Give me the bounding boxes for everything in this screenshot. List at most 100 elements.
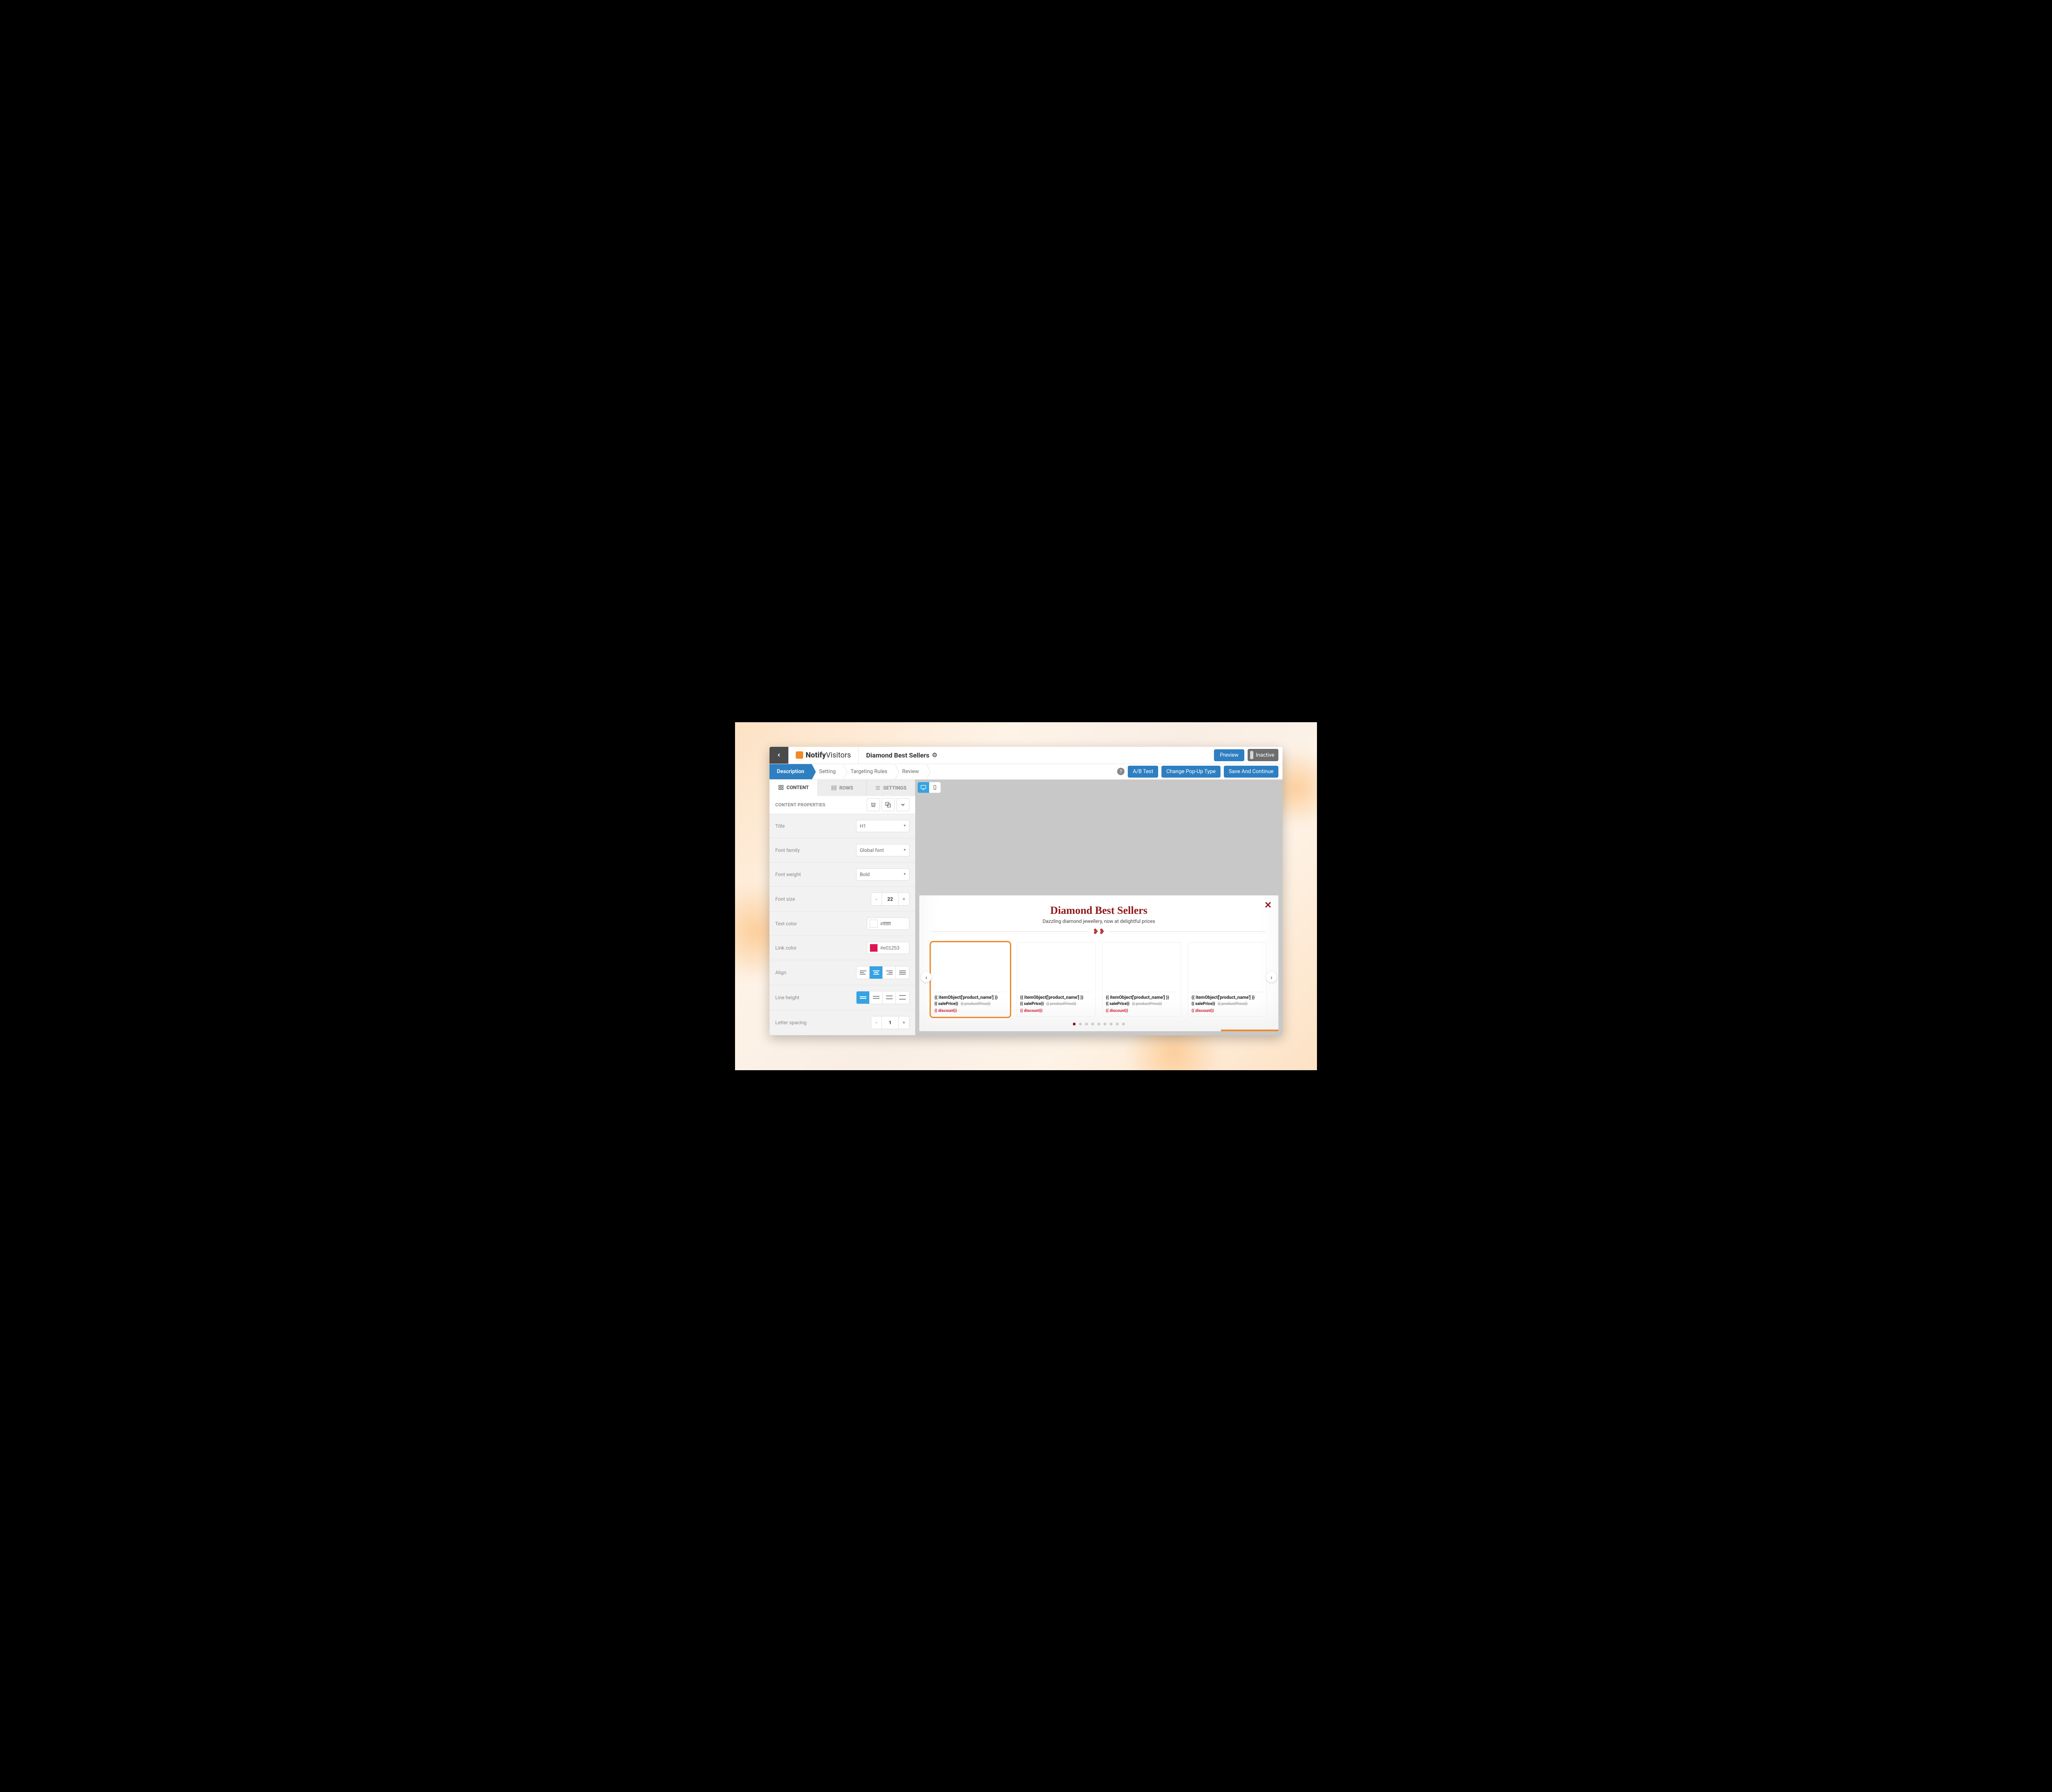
- letter-spacing-value[interactable]: 1: [882, 1016, 898, 1029]
- desktop-icon: [921, 785, 926, 790]
- list-icon: [875, 785, 881, 791]
- carousel-dot[interactable]: [1079, 1023, 1082, 1025]
- carousel-dot[interactable]: [1073, 1023, 1076, 1025]
- align-right[interactable]: [883, 966, 896, 979]
- device-desktop[interactable]: [918, 782, 929, 793]
- carousel-dot[interactable]: [1091, 1023, 1094, 1025]
- tab-rows[interactable]: ROWS: [818, 780, 866, 796]
- popup-heading[interactable]: Diamond Best Sellers: [931, 904, 1267, 917]
- select-font-weight-value: Bold: [860, 872, 870, 877]
- tab-content-label: CONTENT: [786, 785, 808, 790]
- line-height-4[interactable]: [896, 991, 909, 1004]
- canvas[interactable]: ✕ Diamond Best Sellers Dazzling diamond …: [919, 795, 1278, 1031]
- canvas-area: ✕ Diamond Best Sellers Dazzling diamond …: [915, 780, 1282, 1035]
- line-height-2[interactable]: [870, 991, 883, 1004]
- product-card[interactable]: {{ itemObject['product_name'] }} {{ sale…: [1188, 942, 1267, 1017]
- collapse-button[interactable]: [896, 798, 909, 811]
- link-color-input[interactable]: [880, 945, 909, 951]
- product-card[interactable]: {{ itemObject['product_name'] }} {{ sale…: [1102, 942, 1182, 1017]
- line-height-3[interactable]: [883, 991, 896, 1004]
- label-line-height: Line height: [775, 995, 852, 1000]
- step-description[interactable]: Description: [770, 764, 812, 779]
- font-size-value[interactable]: 22: [882, 893, 898, 905]
- mobile-icon: [932, 785, 937, 790]
- main: CONTENT ROWS SETTINGS CONTENT PROPERTIES: [770, 780, 1282, 1035]
- align-justify[interactable]: [896, 966, 909, 979]
- letter-spacing-increment[interactable]: +: [898, 1016, 909, 1029]
- carousel-dot[interactable]: [1097, 1023, 1100, 1025]
- product-prices: {{ salePrice}} {{ productPrice}} {{ disc…: [1020, 1002, 1092, 1013]
- font-size-increment[interactable]: +: [898, 893, 909, 905]
- letter-spacing-decrement[interactable]: -: [871, 1016, 882, 1029]
- step-targeting[interactable]: Targeting Rules: [843, 764, 895, 779]
- save-continue-button[interactable]: Save And Continue: [1224, 766, 1278, 778]
- properties-header-title: CONTENT PROPERTIES: [775, 802, 865, 808]
- device-mobile[interactable]: [929, 782, 941, 793]
- sidebar-tabs: CONTENT ROWS SETTINGS: [770, 780, 915, 796]
- product-card[interactable]: {{ itemObject['product_name'] }} {{ sale…: [1017, 942, 1096, 1017]
- text-color-input[interactable]: [880, 921, 909, 927]
- tab-content[interactable]: CONTENT: [770, 780, 818, 796]
- delete-button[interactable]: [867, 798, 880, 811]
- label-font-family: Font family: [775, 847, 852, 853]
- tab-settings-label: SETTINGS: [883, 785, 907, 791]
- label-align: Align: [775, 970, 852, 975]
- change-type-button[interactable]: Change Pop-Up Type: [1161, 766, 1221, 778]
- carousel-prev[interactable]: ‹: [921, 972, 932, 982]
- align-center[interactable]: [870, 966, 883, 979]
- select-font-family[interactable]: Global font▾: [856, 844, 909, 856]
- line-height-1[interactable]: [857, 991, 870, 1004]
- row-align: Align: [770, 960, 915, 985]
- row-text-color: Text color: [770, 912, 915, 936]
- step-review[interactable]: Review: [895, 764, 926, 779]
- status-toggle[interactable]: Inactive: [1248, 749, 1278, 761]
- trash-icon: [870, 802, 876, 808]
- topbar: NotifyVisitors Diamond Best Sellers ⚙ Pr…: [770, 747, 1282, 764]
- popup-close-button[interactable]: ✕: [1264, 900, 1272, 911]
- link-color-swatch: [870, 944, 878, 952]
- product-name: {{ itemObject['product_name'] }}: [1191, 992, 1263, 1000]
- link-color-field[interactable]: [867, 942, 909, 954]
- row-line-height: Line height: [770, 985, 915, 1010]
- gear-icon[interactable]: ⚙: [932, 751, 937, 759]
- product-name: {{ itemObject['product_name'] }}: [1020, 992, 1092, 1000]
- carousel-dot[interactable]: [1110, 1023, 1113, 1025]
- duplicate-button[interactable]: [882, 798, 895, 811]
- align-left[interactable]: [857, 966, 870, 979]
- device-toggle: [915, 780, 1282, 795]
- popup-subheading[interactable]: Dazzling diamond jewellery, now at delig…: [931, 918, 1267, 924]
- select-font-weight[interactable]: Bold▾: [856, 868, 909, 881]
- select-font-family-value: Global font: [860, 847, 884, 853]
- sale-price: {{ salePrice}}: [1020, 1002, 1044, 1006]
- product-price: {{ productPrice}}: [1132, 1002, 1162, 1006]
- status-label: Inactive: [1256, 752, 1274, 758]
- product-carousel: ‹ › {{ itemObject['product_name'] }} {{ …: [931, 942, 1267, 1017]
- carousel-next[interactable]: ›: [1266, 972, 1277, 982]
- text-color-field[interactable]: [867, 918, 909, 930]
- back-button[interactable]: [770, 747, 788, 764]
- editor-sidebar: CONTENT ROWS SETTINGS CONTENT PROPERTIES: [770, 780, 915, 1035]
- row-letter-spacing: Letter spacing - 1 +: [770, 1010, 915, 1035]
- carousel-dot[interactable]: [1085, 1023, 1088, 1025]
- product-card[interactable]: {{ itemObject['product_name'] }} {{ sale…: [931, 942, 1010, 1017]
- sale-price: {{ salePrice}}: [1191, 1002, 1215, 1006]
- carousel-dot[interactable]: [1104, 1023, 1106, 1025]
- sale-price: {{ salePrice}}: [934, 1002, 958, 1006]
- product-prices: {{ salePrice}} {{ productPrice}} {{ disc…: [1106, 1002, 1178, 1013]
- label-font-weight: Font weight: [775, 872, 852, 877]
- align-justify-icon: [899, 970, 906, 975]
- preview-button[interactable]: Preview: [1214, 749, 1244, 761]
- font-size-decrement[interactable]: -: [871, 893, 882, 905]
- help-icon[interactable]: ?: [1117, 768, 1124, 775]
- carousel-dot[interactable]: [1116, 1023, 1119, 1025]
- step-setting[interactable]: Setting: [812, 764, 843, 779]
- select-title[interactable]: H1▾: [856, 820, 909, 832]
- align-right-icon: [886, 970, 893, 975]
- tab-settings[interactable]: SETTINGS: [867, 780, 915, 796]
- product-name: {{ itemObject['product_name'] }}: [934, 992, 1006, 1000]
- product-name: {{ itemObject['product_name'] }}: [1106, 992, 1178, 1000]
- ab-test-button[interactable]: A/B Test: [1128, 766, 1158, 778]
- app-window: NotifyVisitors Diamond Best Sellers ⚙ Pr…: [770, 747, 1282, 1035]
- line-height-tight-icon: [860, 996, 866, 999]
- carousel-dot[interactable]: [1122, 1023, 1125, 1025]
